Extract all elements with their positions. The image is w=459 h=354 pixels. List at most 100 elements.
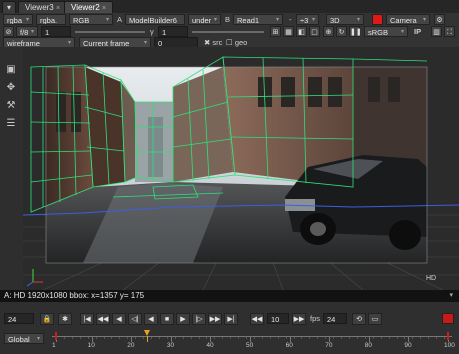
play-backward-button[interactable]: ◁| xyxy=(128,313,142,325)
skip-forward-button[interactable]: ▶▶ xyxy=(292,313,306,325)
tab-viewer3[interactable]: Viewer3 × xyxy=(18,1,68,13)
gamma-slider[interactable] xyxy=(192,31,264,33)
close-icon[interactable]: × xyxy=(102,5,106,12)
zoom-icon[interactable]: ⊞ xyxy=(270,26,281,37)
red-swatch-button[interactable] xyxy=(372,14,383,25)
timeline-minor-tick xyxy=(127,337,129,339)
fstop-dropdown[interactable]: f/8 ▾ xyxy=(16,26,38,37)
timeline-minor-tick xyxy=(285,337,287,339)
downscale-dropdown[interactable]: ÷3 ▾ xyxy=(296,14,319,25)
camera-dropdown[interactable]: Camera ▾ xyxy=(386,14,430,25)
fps-label: fps xyxy=(310,314,321,323)
play-forward-button[interactable]: ▶ xyxy=(176,313,190,325)
pixel-info-text: A: HD 1920x1080 bbox: x=1357 y= 175 xyxy=(4,291,145,300)
next-frame-button[interactable]: |▷ xyxy=(192,313,206,325)
info-expand-icon[interactable]: ▾ xyxy=(449,291,453,299)
range-mode-dropdown[interactable]: Global ▾ xyxy=(4,333,44,344)
colorspace-dropdown[interactable]: sRGB ▾ xyxy=(364,26,408,37)
fstop-icon[interactable]: ⊘ xyxy=(3,26,14,37)
timeline-minor-tick xyxy=(174,337,176,339)
timeline-minor-tick xyxy=(119,337,121,339)
b-input-dropdown[interactable]: Read1 ▾ xyxy=(233,14,283,25)
timeline-minor-tick xyxy=(444,337,446,339)
timeline-minor-tick xyxy=(135,337,137,339)
timeline-minor-tick xyxy=(309,337,311,339)
tab-label: Viewer2 xyxy=(71,3,100,12)
timeline-label: 100 xyxy=(444,342,455,349)
timeline-minor-tick xyxy=(95,337,97,339)
transform-tool-icon[interactable]: ✥ xyxy=(4,81,18,95)
tab-label: Viewer3 xyxy=(25,3,54,12)
a-input-dropdown[interactable]: ModelBuilder6▾ xyxy=(125,14,185,25)
last-frame-button[interactable]: ▶| xyxy=(224,313,238,325)
timeline-minor-tick xyxy=(436,337,438,339)
wrench-tool-icon[interactable]: ⚒ xyxy=(4,99,18,113)
channels-dropdown[interactable]: rgba ▾ xyxy=(3,14,33,25)
snowflake-icon[interactable]: ✱ xyxy=(58,313,72,325)
a-input-label: A xyxy=(117,15,123,24)
viewer-menu-icon[interactable]: ▾ xyxy=(2,1,16,13)
checkmark-icon: ✖ xyxy=(204,38,211,47)
view-mode-dropdown[interactable]: 3D ▾ xyxy=(326,14,364,25)
close-icon[interactable]: × xyxy=(56,5,60,12)
loop-icon[interactable]: ⟲ xyxy=(352,313,366,325)
pause-icon[interactable]: ❚❚ xyxy=(349,26,362,37)
lut-icon[interactable]: ◧ xyxy=(296,26,307,37)
range-bound-marker[interactable] xyxy=(55,332,57,340)
dash-label: - xyxy=(289,15,292,24)
previous-frame-button[interactable]: ◀ xyxy=(112,313,126,325)
frame-number-field[interactable]: 24 xyxy=(4,313,34,324)
select-tool-icon[interactable]: ▣ xyxy=(4,63,18,77)
fullscreen-icon[interactable]: ⛶ xyxy=(444,26,455,37)
timeline-minor-tick xyxy=(269,337,271,339)
gain-slider[interactable] xyxy=(75,31,145,33)
layout-icon[interactable]: ▥ xyxy=(431,26,442,37)
refresh-icon[interactable]: ↻ xyxy=(336,26,347,37)
record-indicator[interactable] xyxy=(442,313,454,324)
input-process-button[interactable]: IP xyxy=(414,26,421,37)
menu-tool-icon[interactable]: ☰ xyxy=(4,117,18,131)
skip-back-button[interactable]: ◀◀ xyxy=(250,313,264,325)
first-frame-button[interactable]: |◀ xyxy=(80,313,94,325)
timeline-label: 20 xyxy=(127,342,135,349)
playback-panel xyxy=(0,302,459,354)
timeline-minor-tick xyxy=(198,337,200,339)
fps-field[interactable]: 24 xyxy=(323,313,347,324)
timeline-minor-tick xyxy=(396,337,398,339)
timeline-minor-tick xyxy=(325,337,327,339)
timeline-label: 90 xyxy=(404,342,412,349)
playback-mode-icon[interactable]: ▭ xyxy=(368,313,382,325)
gain-field[interactable]: 1 xyxy=(41,26,71,37)
timeline-label: 40 xyxy=(206,342,214,349)
range-bound-marker[interactable] xyxy=(447,332,449,340)
timeline-minor-tick xyxy=(87,337,89,339)
timeline-minor-tick xyxy=(356,337,358,339)
timeline-minor-tick xyxy=(158,337,160,339)
timeline-label: 50 xyxy=(246,342,254,349)
tab-viewer2[interactable]: Viewer2 × xyxy=(64,1,114,13)
checkerboard-icon[interactable]: ▦ xyxy=(283,26,294,37)
gamma-field[interactable]: 1 xyxy=(158,26,188,37)
previous-keyframe-button[interactable]: ◀◀ xyxy=(96,313,110,325)
stop-button[interactable]: ■ xyxy=(160,313,174,325)
wipe-mode-dropdown[interactable]: under ▾ xyxy=(188,14,221,25)
checkbox-empty-icon: ☐ xyxy=(226,38,233,47)
timeline-minor-tick xyxy=(261,337,263,339)
viewer-canvas[interactable]: HD xyxy=(23,47,459,290)
viewer-settings-icon[interactable]: ⚙ xyxy=(434,14,445,25)
info-bar: A: HD 1920x1080 bbox: x=1357 y= 175 ▾ xyxy=(0,290,459,302)
next-keyframe-button[interactable]: ▶▶ xyxy=(208,313,222,325)
roi-icon[interactable]: ▢ xyxy=(309,26,320,37)
b-input-label: B xyxy=(225,15,231,24)
timeline-label: 10 xyxy=(87,342,95,349)
timeline-minor-tick xyxy=(293,337,295,339)
play-reverse-button[interactable]: ◀ xyxy=(144,313,158,325)
display-channel-dropdown[interactable]: RGB ▾ xyxy=(69,14,113,25)
lock-icon[interactable]: 🔒 xyxy=(40,313,54,325)
target-icon[interactable]: ⊕ xyxy=(323,26,334,37)
skip-step-field[interactable]: 10 xyxy=(267,313,289,324)
format-label: HD xyxy=(426,275,437,282)
timeline-minor-tick xyxy=(341,337,343,339)
timeline-minor-tick xyxy=(79,337,81,339)
alpha-channel-dropdown[interactable]: rgba.▾ xyxy=(36,14,66,25)
